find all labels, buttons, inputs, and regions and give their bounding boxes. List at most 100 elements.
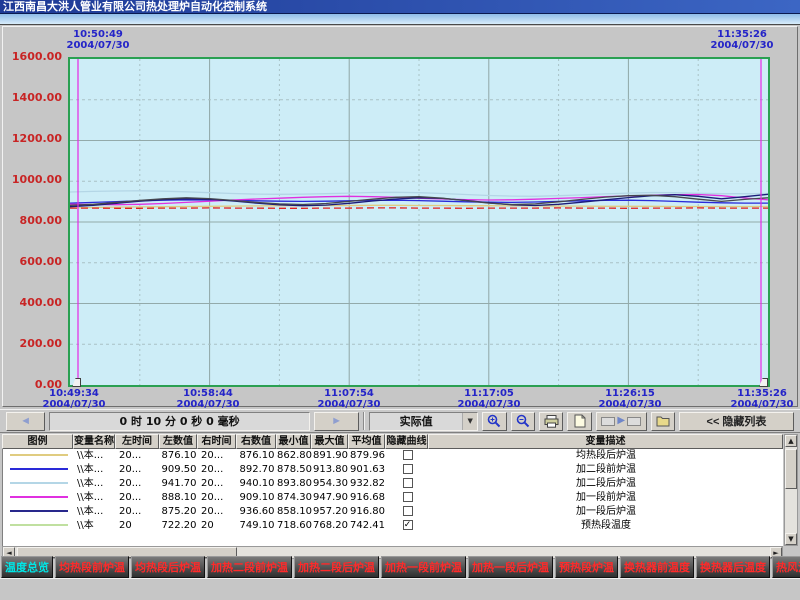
max-value: 957.20 [312,505,349,519]
avg-value: 932.82 [349,477,386,491]
scroll-right-button[interactable]: ► [314,412,359,431]
right-cursor-timestamp: 11:35:26 2004/07/30 [692,29,792,51]
table-row[interactable]: \\本... 20... 875.20 20... 936.60 858.10 … [3,505,783,519]
time-span-field[interactable]: 0 时 10 分 0 秒 0 毫秒 [49,412,310,431]
left-time: 20 [116,519,160,533]
scroll-down-icon[interactable]: ▼ [785,533,797,545]
nav-button-soak-rear[interactable]: 均热段后炉温 [131,556,205,578]
play-button[interactable]: ▶ [596,412,647,431]
hide-curve-checkbox[interactable]: ✓ [403,520,413,530]
nav-button-exchanger-front[interactable]: 换热器前温度 [620,556,694,578]
hide-cell: ✓ [386,519,429,533]
col-header-legend[interactable]: 图例 [2,434,73,449]
col-header-avg[interactable]: 平均值 [348,434,385,449]
hide-curve-checkbox[interactable] [403,464,413,474]
left-time: 20... [116,477,160,491]
variable-description: 预热段温度 [429,519,783,533]
nav-button-heat1-rear[interactable]: 加热一段后炉温 [468,556,553,578]
col-header-min[interactable]: 最小值 [276,434,311,449]
x-tick: 11:17:052004/07/30 [458,388,521,410]
table-row[interactable]: \\本... 20... 909.50 20... 892.70 878.50 … [3,463,783,477]
export-button[interactable] [567,412,591,431]
right-value: 749.10 [237,519,277,533]
col-header-hide-curve[interactable]: 隐藏曲线 [385,434,428,449]
nav-button-heat2-front[interactable]: 加热二段前炉温 [207,556,292,578]
left-time: 20... [116,463,160,477]
min-value: 878.50 [277,463,312,477]
right-time: 20... [198,449,237,463]
hide-cell [386,505,429,519]
table-row[interactable]: \\本... 20... 876.10 20... 876.10 862.80 … [3,449,783,463]
folder-icon [656,415,670,427]
nav-button-heat2-rear[interactable]: 加热二段后炉温 [294,556,379,578]
hide-list-button[interactable]: << 隐藏列表 [679,412,794,431]
right-cursor-date: 2004/07/30 [692,40,792,51]
legend-line [10,482,68,484]
table-row[interactable]: \\本 20 722.20 20 749.10 718.60 768.20 74… [3,519,783,533]
left-value: 941.70 [160,477,198,491]
legend-cell [3,477,74,491]
col-header-description[interactable]: 变量描述 [428,434,783,449]
zoom-out-button[interactable] [511,412,535,431]
table-row[interactable]: \\本... 20... 941.70 20... 940.10 893.80 … [3,477,783,491]
right-value: 892.70 [237,463,277,477]
play-track-right [627,417,641,426]
nav-button-hot-air[interactable]: 热风温度 [772,556,800,578]
nav-button-temp-overview[interactable]: 温度总览 [1,556,53,578]
print-button[interactable] [539,412,563,431]
nav-button-preheat[interactable]: 预热段炉温 [555,556,618,578]
scada-trend-screen: 江西南昌大洪人管业有限公司热处理炉自动化控制系统 10:50:49 2004/0… [0,0,800,600]
hide-curve-checkbox[interactable] [403,450,413,460]
table-row[interactable]: \\本... 20... 888.10 20... 909.10 874.30 … [3,491,783,505]
value-mode-combobox[interactable]: 实际值 ▼ [369,412,478,431]
col-header-left-value[interactable]: 左数值 [159,434,197,449]
col-header-left-time[interactable]: 左时间 [115,434,159,449]
nav-button-exchanger-rear[interactable]: 换热器后温度 [696,556,770,578]
hide-cell [386,477,429,491]
left-time: 20... [116,505,160,519]
y-tick-label: 800.00 [4,215,62,226]
col-header-right-time[interactable]: 右时间 [197,434,236,449]
variable-name: \\本... [74,477,116,491]
save-button[interactable] [651,412,675,431]
nav-button-soak-front[interactable]: 均热段前炉温 [55,556,129,578]
left-cursor-time: 10:50:49 [48,29,148,40]
printer-icon [544,415,559,428]
hide-curve-checkbox[interactable] [403,478,413,488]
legend-line [10,496,68,498]
variable-description: 加一段后炉温 [429,505,783,519]
x-tick: 11:26:152004/07/30 [599,388,662,410]
col-header-name[interactable]: 变量名称 [73,434,115,449]
table-vertical-scrollbar[interactable]: ▲ ▼ [784,434,798,546]
window-title: 江西南昌大洪人管业有限公司热处理炉自动化控制系统 [0,0,800,14]
right-time: 20... [198,477,237,491]
scroll-up-icon[interactable]: ▲ [785,435,797,447]
avg-value: 879.96 [349,449,386,463]
left-value: 875.20 [160,505,198,519]
zoom-in-button[interactable] [482,412,506,431]
legend-cell [3,491,74,505]
y-tick-label: 400.00 [4,297,62,308]
min-value: 874.30 [277,491,312,505]
hide-curve-checkbox[interactable] [403,506,413,516]
nav-button-heat1-front[interactable]: 加热一段前炉温 [381,556,466,578]
trend-chart[interactable] [68,57,770,387]
vertical-scroll-thumb[interactable] [785,449,797,489]
hide-curve-checkbox[interactable] [403,492,413,502]
right-cursor-time: 11:35:26 [692,29,792,40]
x-tick: 11:07:542004/07/30 [318,388,381,410]
value-mode-value: 实际值 [370,413,462,429]
x-tick: 10:58:442004/07/30 [177,388,240,410]
left-value: 876.10 [160,449,198,463]
play-track-left [601,417,615,426]
zoom-out-icon [516,414,530,428]
col-header-max[interactable]: 最大值 [311,434,348,449]
legend-line [10,468,68,470]
title-gradient-strip [0,14,800,25]
col-header-right-value[interactable]: 右数值 [236,434,276,449]
chevron-down-icon[interactable]: ▼ [462,413,477,430]
legend-line [10,454,68,456]
right-value: 936.60 [237,505,277,519]
legend-cell [3,463,74,477]
scroll-left-button[interactable]: ◄ [6,412,45,431]
